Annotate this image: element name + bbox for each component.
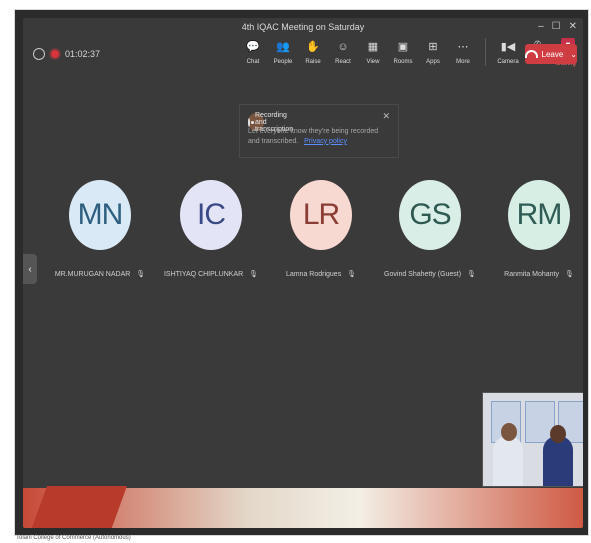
phone-icon <box>525 50 538 58</box>
camera-icon: ▮◀ <box>500 40 516 53</box>
rooms-icon: ▣ <box>397 40 409 53</box>
recording-notice-text: Let everyone know they're being recorded… <box>248 128 379 145</box>
minimize-icon[interactable]: – <box>538 21 544 32</box>
participant-gallery: MN MR.MURUGAN NADAR 🎙 IC ISHTIYAQ CHIPLU… <box>23 180 583 320</box>
title-bar: 4th IQAC Meeting on Saturday – ☐ ✕ <box>23 18 583 36</box>
rooms-button[interactable]: ▣ Rooms <box>391 38 415 72</box>
meeting-toolbar: 01:02:37 💬 Chat 👥 People ✋ Raise ☺ React <box>23 38 583 76</box>
mic-icon: 🎙 <box>564 271 574 278</box>
chat-icon: 💬 <box>246 40 260 53</box>
mic-icon: 🎙 <box>136 271 146 278</box>
participant-tile[interactable]: MN MR.MURUGAN NADAR 🎙 <box>50 180 150 278</box>
close-icon[interactable]: ✕ <box>569 21 577 32</box>
person-left <box>493 436 523 486</box>
mic-icon: 🎙 <box>467 271 476 278</box>
toolbar-divider <box>485 38 486 66</box>
self-video-preview[interactable] <box>482 392 583 487</box>
more-button[interactable]: ⋯ More <box>451 38 475 72</box>
people-icon: 👥 <box>276 40 290 53</box>
participant-name: Govind Shahetty (Guest) 🎙 <box>384 271 476 278</box>
recording-indicator-icon <box>51 50 59 58</box>
participant-name: Lamna Rodrigues 🎙 <box>285 271 357 278</box>
shield-icon <box>33 48 45 60</box>
more-icon: ⋯ <box>457 40 469 53</box>
participant-name: ISHTIYAQ CHIPLUNKAR 🎙 <box>163 271 259 278</box>
window-title: 4th IQAC Meeting on Saturday <box>241 22 365 32</box>
camera-button[interactable]: ▮◀ Camera <box>496 38 520 72</box>
people-button[interactable]: 👥 People <box>271 38 295 72</box>
participant-tile[interactable]: RM Ranmita Mohanty 🎙 <box>489 180 583 278</box>
maximize-icon[interactable]: ☐ <box>552 21 561 32</box>
person-right-head <box>550 425 566 443</box>
chat-button[interactable]: 💬 Chat <box>241 38 265 72</box>
participant-name: Ranmita Mohanty 🎙 <box>504 271 574 278</box>
react-icon: ☺ <box>337 40 349 53</box>
participant-avatar: IC <box>180 180 242 250</box>
privacy-policy-link[interactable]: Privacy policy <box>304 138 347 145</box>
recording-notice-popup: Recording and transcription ✕ Let everyo… <box>239 104 399 158</box>
view-icon: ▦ <box>367 40 379 53</box>
window-controls: – ☐ ✕ <box>538 21 577 32</box>
participant-avatar: GS <box>399 180 461 250</box>
shared-slide-strip <box>23 488 583 528</box>
apps-button[interactable]: ⊞ Apps <box>421 38 445 72</box>
view-button[interactable]: ▦ View <box>361 38 385 72</box>
call-timer: 01:02:37 <box>33 48 100 60</box>
mic-icon: 🎙 <box>347 271 357 278</box>
close-icon[interactable]: ✕ <box>382 111 390 122</box>
record-icon <box>248 117 254 127</box>
apps-icon: ⊞ <box>428 40 438 53</box>
teams-meeting-window: 4th IQAC Meeting on Saturday – ☐ ✕ 01:02… <box>23 18 583 528</box>
participant-tile[interactable]: GS Govind Shahetty (Guest) 🎙 <box>380 180 480 278</box>
leave-button[interactable]: Leave ⌄ <box>525 44 577 64</box>
react-button[interactable]: ☺ React <box>331 38 355 72</box>
hand-icon: ✋ <box>306 40 320 53</box>
footer-caption: Tolani College of Commerce (Autonomous) <box>16 535 131 541</box>
raise-hand-button[interactable]: ✋ Raise <box>301 38 325 72</box>
elapsed-time: 01:02:37 <box>65 49 101 59</box>
participant-tile[interactable]: LR Lamna Rodrigues 🎙 <box>271 180 371 278</box>
mic-icon: 🎙 <box>249 271 259 278</box>
person-right <box>543 436 573 486</box>
person-left-head <box>501 423 517 441</box>
participant-avatar: RM <box>508 180 570 250</box>
participant-tile[interactable]: IC ISHTIYAQ CHIPLUNKAR 🎙 <box>161 180 261 278</box>
participant-avatar: MN <box>69 180 131 250</box>
photo-frame: 4th IQAC Meeting on Saturday – ☐ ✕ 01:02… <box>15 10 588 535</box>
participant-avatar: LR <box>290 180 352 250</box>
chevron-down-icon[interactable]: ⌄ <box>570 50 577 59</box>
participant-name: MR.MURUGAN NADAR 🎙 <box>54 271 146 278</box>
